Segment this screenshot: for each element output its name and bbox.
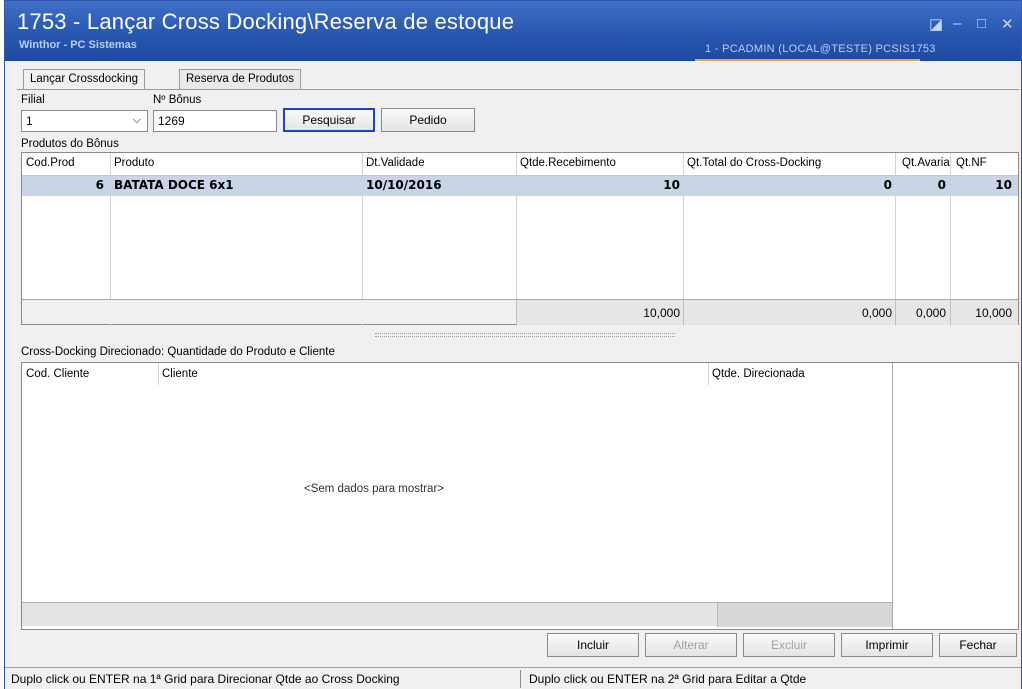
- column-divider: [158, 363, 159, 385]
- column-header-qt-total-cross[interactable]: Qt.Total do Cross-Docking: [687, 157, 821, 169]
- total-cross: 0,000: [861, 306, 892, 320]
- column-header-qt-nf[interactable]: Qt.NF: [956, 157, 987, 169]
- cell-recebimento: 10: [663, 178, 680, 192]
- column-header-cliente[interactable]: Cliente: [162, 368, 198, 380]
- restore-icon[interactable]: ◪: [929, 15, 943, 33]
- products-grid-header: Cod.Prod Produto Dt.Validade Qtde.Recebi…: [22, 153, 1018, 176]
- search-button[interactable]: Pesquisar: [283, 108, 375, 132]
- edit-button[interactable]: Alterar: [645, 633, 737, 657]
- cell-produto: BATATA DOCE 6x1: [114, 178, 234, 192]
- cell-cod-prod: 6: [95, 178, 104, 192]
- minimize-icon[interactable]: –: [953, 15, 961, 32]
- status-bar: Duplo click ou ENTER na 1ª Grid para Dir…: [5, 667, 1021, 689]
- column-header-cod-prod[interactable]: Cod.Prod: [26, 157, 75, 169]
- filial-select[interactable]: 1 ⌵: [21, 110, 148, 132]
- column-header-produto[interactable]: Produto: [114, 157, 154, 169]
- print-button[interactable]: Imprimir: [841, 633, 933, 657]
- filial-value: 1: [26, 114, 33, 128]
- window-title: 1753 - Lançar Cross Docking\Reserva de e…: [17, 9, 515, 34]
- directed-footer-total: [717, 603, 892, 627]
- app-window: 1753 - Lançar Cross Docking\Reserva de e…: [4, 0, 1022, 689]
- products-grid[interactable]: Cod.Prod Produto Dt.Validade Qtde.Recebi…: [21, 152, 1019, 326]
- directed-footer-row: [22, 602, 892, 627]
- include-button[interactable]: Incluir: [547, 633, 639, 657]
- user-info: 1 - PCADMIN (LOCAL@TESTE) PCSIS1753: [705, 43, 936, 55]
- close-button[interactable]: Fechar: [939, 633, 1017, 657]
- cell-avaria: 0: [937, 178, 946, 192]
- empty-state-text: <Sem dados para mostrar>: [304, 483, 444, 495]
- delete-button[interactable]: Excluir: [743, 633, 835, 657]
- close-icon[interactable]: ✕: [1001, 15, 1014, 33]
- products-totals-row: 10,000 0,000 0,000 10,000: [22, 299, 1018, 325]
- column-header-cod-cliente[interactable]: Cod. Cliente: [26, 368, 89, 380]
- products-section-label: Produtos do Bônus: [21, 138, 119, 150]
- user-info-underline: [695, 59, 920, 61]
- status-text-left: Duplo click ou ENTER na 1ª Grid para Dir…: [11, 672, 400, 686]
- column-header-qt-avaria[interactable]: Qt.Avaria: [902, 157, 950, 169]
- directed-grid[interactable]: Cod. Cliente Cliente Qtde. Direcionada <…: [21, 362, 1019, 630]
- total-nf: 10,000: [975, 306, 1012, 320]
- status-divider: [520, 670, 521, 688]
- panel-splitter[interactable]: [375, 333, 675, 337]
- column-header-dt-validade[interactable]: Dt.Validade: [366, 157, 425, 169]
- order-button[interactable]: Pedido: [381, 108, 475, 132]
- total-avaria: 0,000: [915, 306, 946, 320]
- column-header-qtde-direcionada[interactable]: Qtde. Direcionada: [712, 368, 805, 380]
- tab-divider: [17, 89, 1019, 90]
- column-header-qtde-recebimento[interactable]: Qtde.Recebimento: [520, 157, 616, 169]
- filial-label: Filial: [21, 94, 45, 106]
- directed-grid-header: Cod. Cliente Cliente Qtde. Direcionada: [22, 363, 1018, 385]
- cell-nf: 10: [995, 178, 1012, 192]
- directed-section-label: Cross-Docking Direcionado: Quantidade do…: [21, 346, 335, 358]
- table-row[interactable]: 6 BATATA DOCE 6x1 10/10/2016 10 0 0 10: [22, 176, 1018, 196]
- status-text-right: Duplo click ou ENTER na 2ª Grid para Edi…: [529, 672, 807, 686]
- bonus-input[interactable]: 1269: [153, 110, 277, 132]
- tab-reserva-produtos[interactable]: Reserva de Produtos: [179, 69, 302, 90]
- cell-total-cross: 0: [883, 178, 892, 192]
- cell-validade: 10/10/2016: [366, 178, 442, 192]
- column-divider: [708, 363, 709, 385]
- total-recebimento: 10,000: [643, 306, 680, 320]
- app-subtitle: Winthor - PC Sistemas: [19, 39, 137, 51]
- tab-lancar-crossdocking[interactable]: Lançar Crossdocking: [23, 69, 146, 90]
- maximize-icon[interactable]: □: [977, 15, 986, 32]
- bonus-label: Nº Bônus: [153, 94, 202, 106]
- title-bar[interactable]: 1753 - Lançar Cross Docking\Reserva de e…: [5, 1, 1021, 61]
- chevron-down-icon[interactable]: ⌵: [133, 114, 141, 127]
- column-divider: [892, 363, 893, 629]
